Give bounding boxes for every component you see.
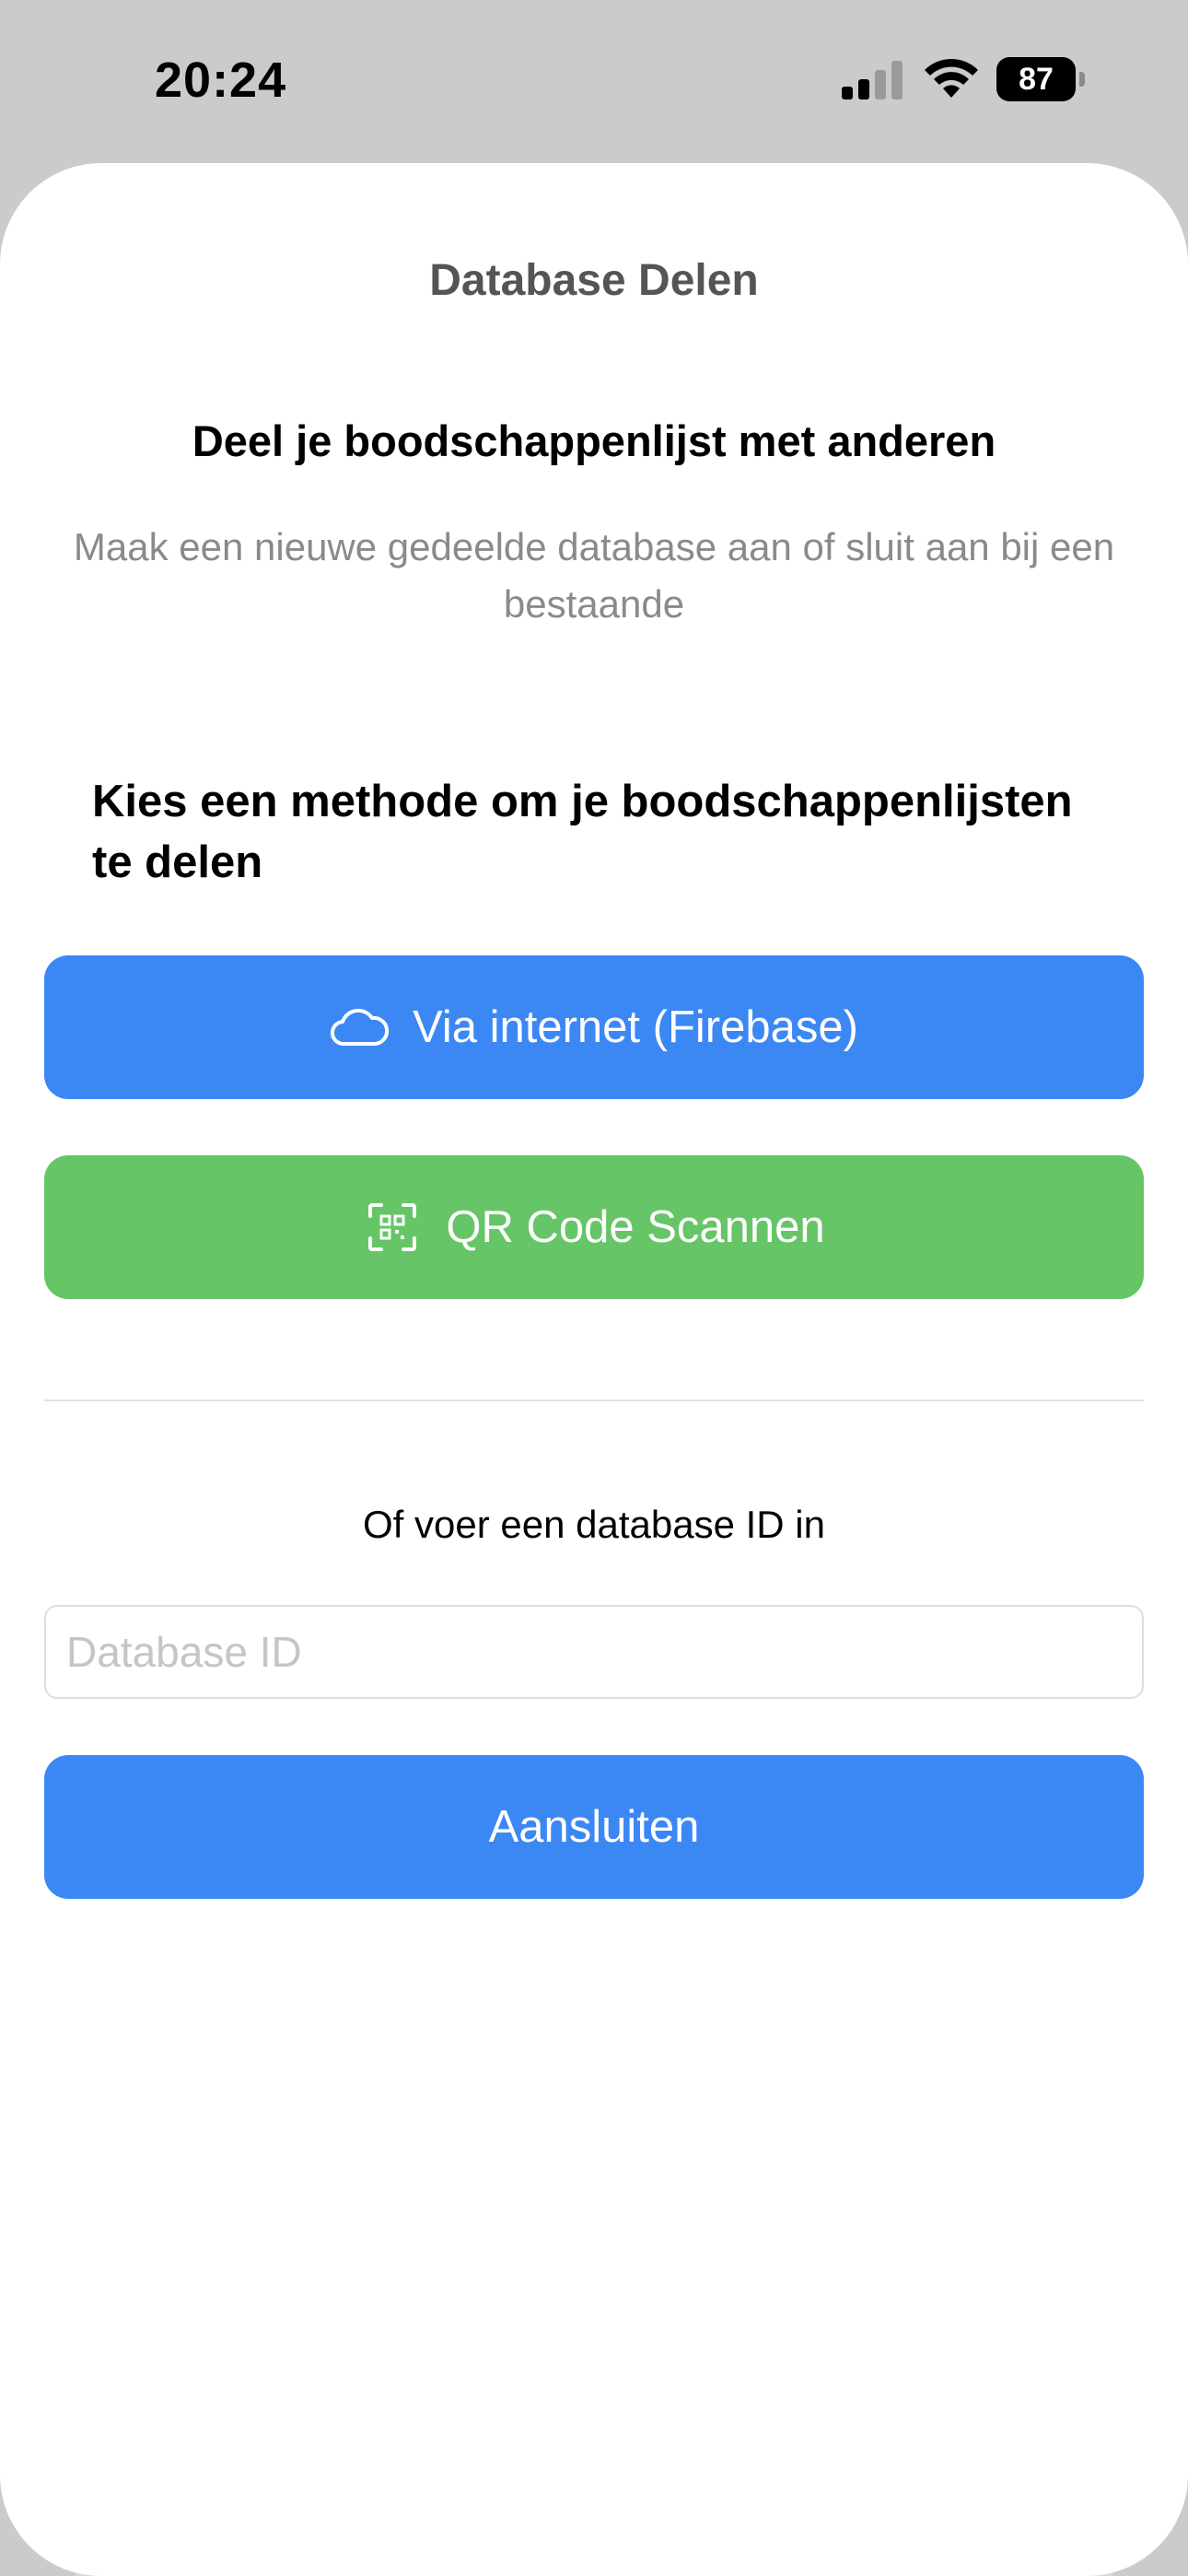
cloud-icon: [330, 998, 390, 1057]
status-time: 20:24: [155, 53, 287, 108]
join-button[interactable]: Aansluiten: [44, 1755, 1144, 1899]
firebase-button-label: Via internet (Firebase): [413, 1002, 858, 1052]
divider: [44, 1399, 1144, 1401]
battery-level: 87: [996, 57, 1076, 101]
method-heading: Kies een methode om je boodschappenlijst…: [92, 777, 1073, 887]
signal-icon: [842, 61, 903, 100]
wifi-icon: [925, 58, 978, 98]
qr-scan-icon: [363, 1198, 422, 1257]
firebase-share-button[interactable]: Via internet (Firebase): [44, 955, 1144, 1099]
qr-scan-button[interactable]: QR Code Scannen: [44, 1155, 1144, 1299]
share-database-sheet: Database Delen Deel je boodschappenlijst…: [0, 163, 1188, 2576]
or-enter-id-label: Of voer een database ID in: [363, 1503, 825, 1546]
qr-button-label: QR Code Scannen: [446, 1202, 825, 1252]
share-subtitle: Maak een nieuwe gedeelde database aan of…: [73, 525, 1115, 626]
share-heading: Deel je boodschappenlijst met anderen: [192, 416, 996, 465]
sheet-title: Database Delen: [429, 256, 759, 305]
battery-icon: 87: [996, 57, 1085, 101]
database-id-input[interactable]: [44, 1605, 1144, 1699]
join-button-label: Aansluiten: [488, 1802, 700, 1852]
status-bar: 20:24 87: [0, 0, 1188, 157]
